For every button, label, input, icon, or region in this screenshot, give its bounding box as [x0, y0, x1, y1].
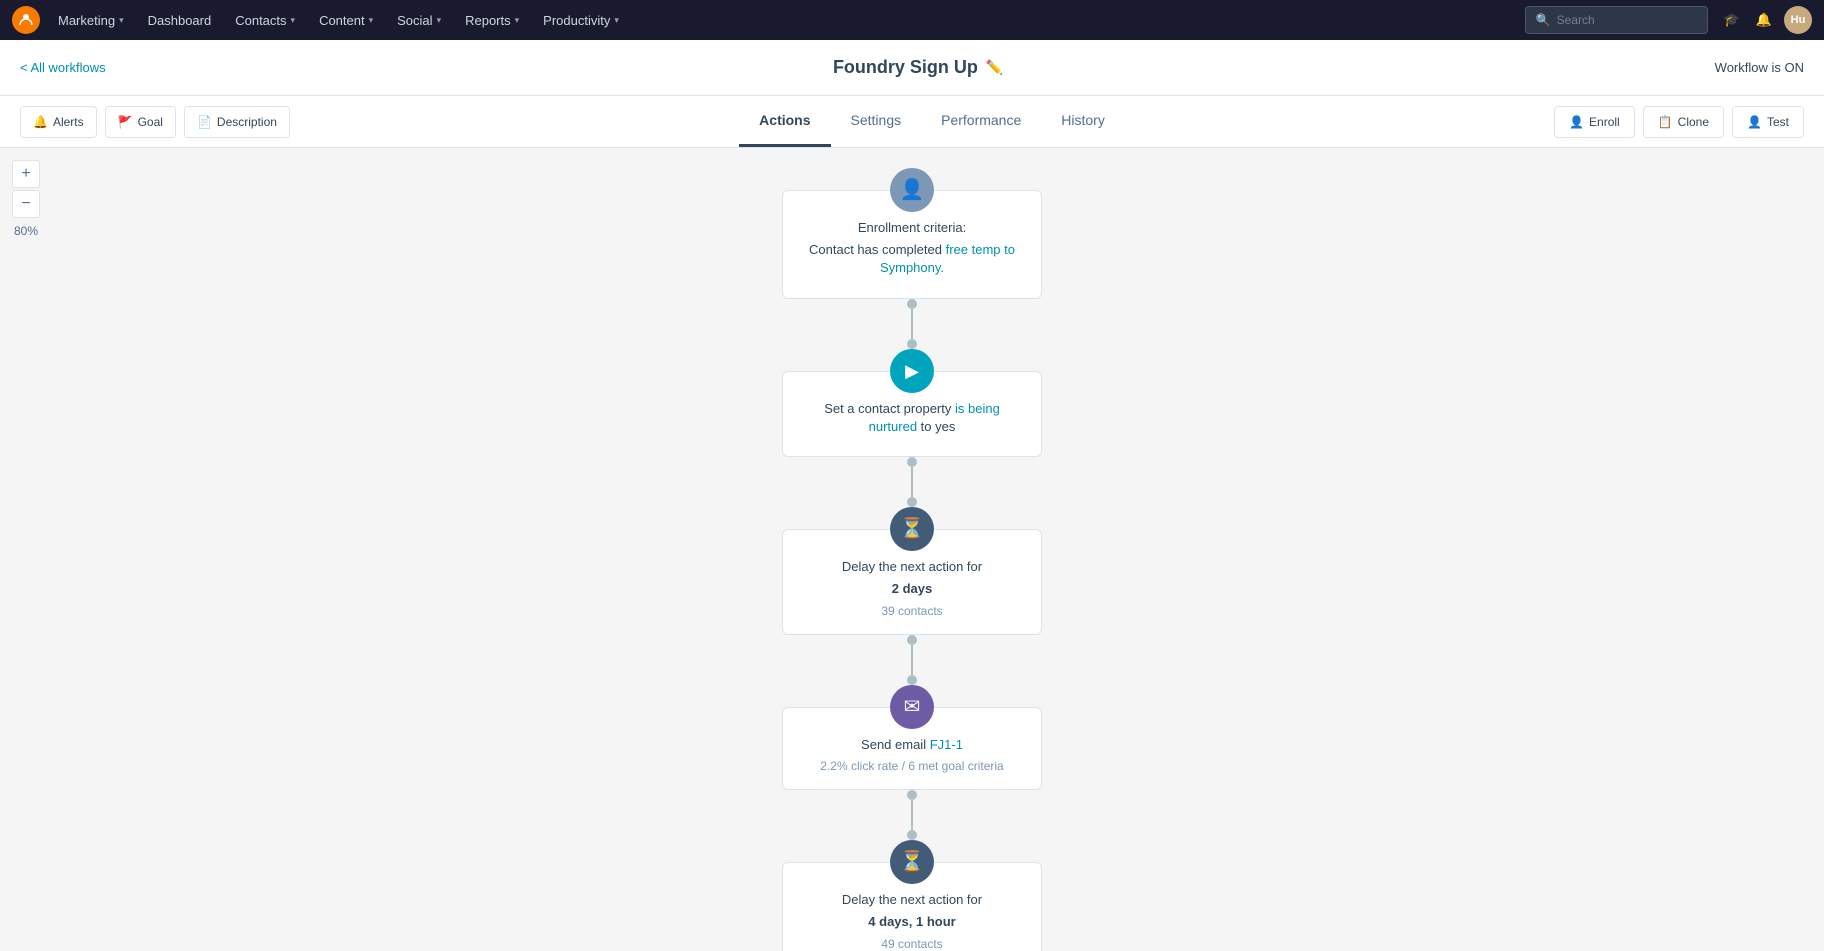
nav-productivity[interactable]: Productivity ▾: [533, 9, 629, 32]
nav-reports[interactable]: Reports ▾: [455, 9, 529, 32]
delay-1-title: Delay the next action for: [799, 558, 1025, 576]
connector-line: [911, 645, 913, 675]
connector-line: [911, 309, 913, 339]
zoom-level: 80%: [12, 224, 40, 238]
connector-line: [911, 800, 913, 830]
connector-dot: [907, 830, 917, 840]
workflow-status: Workflow is ON: [1715, 60, 1804, 75]
back-to-workflows[interactable]: < All workflows: [20, 60, 106, 75]
chevron-icon: ▾: [437, 15, 442, 26]
connector-dot: [907, 299, 917, 309]
send-email-meta: 2.2% click rate / 6 met goal criteria: [799, 759, 1025, 773]
delay-2-title: Delay the next action for: [799, 891, 1025, 909]
set-property-title: Set a contact property is being nurtured…: [799, 400, 1025, 436]
nav-contacts[interactable]: Contacts ▾: [225, 9, 305, 32]
delay-1-contacts: 39 contacts: [799, 604, 1025, 618]
tab-history[interactable]: History: [1041, 96, 1125, 147]
nav-social[interactable]: Social ▾: [387, 9, 451, 32]
search-input[interactable]: [1557, 13, 1697, 27]
mail-icon: ✉: [904, 697, 921, 717]
tab-performance[interactable]: Performance: [921, 96, 1041, 147]
chevron-icon: ▾: [369, 15, 374, 26]
description-button[interactable]: 📄 Description: [184, 106, 290, 138]
workflow-title: Foundry Sign Up: [833, 57, 978, 78]
chevron-icon: ▾: [119, 15, 124, 26]
timer-icon: ⏳: [900, 519, 925, 539]
send-email-title: Send email FJ1-1: [799, 736, 1025, 754]
nav-dashboard[interactable]: Dashboard: [138, 9, 222, 32]
chevron-icon: ▾: [291, 15, 296, 26]
workflow-canvas: + − 80% 👤 Enrollment criteria: Contact h…: [0, 148, 1824, 951]
chevron-icon: ▾: [614, 15, 619, 26]
connector-dot: [907, 635, 917, 645]
person-check-icon: 👤: [1747, 115, 1762, 129]
delay-2-contacts: 49 contacts: [799, 937, 1025, 951]
alerts-button[interactable]: 🔔 Alerts: [20, 106, 97, 138]
enroll-button[interactable]: 👤 Enroll: [1554, 106, 1635, 138]
nav-brand[interactable]: Marketing ▾: [48, 9, 134, 32]
enrollment-subtitle: Contact has completed free temp to Symph…: [799, 241, 1025, 277]
set-property-node: ▶ Set a contact property is being nurtur…: [782, 349, 1042, 457]
play-icon-circle: ▶: [890, 349, 934, 393]
edit-title-icon[interactable]: ✏️: [986, 59, 1003, 76]
tabs-bar: 🔔 Alerts 🚩 Goal 📄 Description Actions Se…: [0, 96, 1824, 148]
delay-1-detail: 2 days: [799, 580, 1025, 598]
brand-logo[interactable]: [12, 6, 40, 34]
tabs-left-buttons: 🔔 Alerts 🚩 Goal 📄 Description: [20, 96, 290, 147]
connector-dot: [907, 675, 917, 685]
clone-button[interactable]: 📋 Clone: [1643, 106, 1724, 138]
zoom-controls: + − 80%: [12, 160, 40, 238]
flag-icon: 🚩: [118, 115, 133, 129]
timer-2-icon: ⏳: [900, 852, 925, 872]
person-icon: 👤: [900, 180, 925, 200]
workflow-header: < All workflows Foundry Sign Up ✏️ Workf…: [0, 40, 1824, 96]
timer-2-icon-circle: ⏳: [890, 840, 934, 884]
enrollment-title: Enrollment criteria:: [799, 219, 1025, 237]
bell-icon: 🔔: [33, 115, 48, 129]
connector-dot: [907, 497, 917, 507]
connector-dot: [907, 790, 917, 800]
enrollment-node: 👤 Enrollment criteria: Contact has compl…: [782, 168, 1042, 299]
workflow-nodes: 👤 Enrollment criteria: Contact has compl…: [0, 148, 1824, 951]
delay-2-detail: 4 days, 1 hour: [799, 913, 1025, 931]
doc-icon: 📄: [197, 115, 212, 129]
nav-icons: 🎓 🔔 Hu: [1720, 6, 1812, 34]
test-button[interactable]: 👤 Test: [1732, 106, 1804, 138]
zoom-out-button[interactable]: −: [12, 190, 40, 218]
tabs-center: Actions Settings Performance History: [310, 96, 1554, 147]
tab-actions[interactable]: Actions: [739, 96, 830, 147]
search-bar: 🔍: [1525, 6, 1708, 34]
enrollment-icon-circle: 👤: [890, 168, 934, 212]
connector-dot: [907, 457, 917, 467]
nav-content[interactable]: Content ▾: [309, 9, 383, 32]
top-nav: Marketing ▾ Dashboard Contacts ▾ Content…: [0, 0, 1824, 40]
notifications-icon[interactable]: 🔔: [1752, 8, 1776, 32]
play-icon: ▶: [905, 362, 919, 380]
workflow-title-area: Foundry Sign Up ✏️: [122, 57, 1715, 78]
goal-button[interactable]: 🚩 Goal: [105, 106, 176, 138]
chevron-icon: ▾: [515, 15, 520, 26]
tab-settings[interactable]: Settings: [831, 96, 922, 147]
search-icon: 🔍: [1536, 13, 1551, 27]
education-icon[interactable]: 🎓: [1720, 8, 1744, 32]
connector-line: [911, 467, 913, 497]
mail-icon-circle: ✉: [890, 685, 934, 729]
connector-dot: [907, 339, 917, 349]
avatar[interactable]: Hu: [1784, 6, 1812, 34]
copy-icon: 📋: [1658, 115, 1673, 129]
zoom-in-button[interactable]: +: [12, 160, 40, 188]
person-plus-icon: 👤: [1569, 115, 1584, 129]
timer-icon-circle: ⏳: [890, 507, 934, 551]
send-email-link[interactable]: FJ1-1: [930, 737, 963, 752]
delay-1-node: ⏳ Delay the next action for 2 days 39 co…: [782, 507, 1042, 635]
send-email-node: ✉ Send email FJ1-1 2.2% click rate / 6 m…: [782, 685, 1042, 789]
delay-2-node: ⏳ Delay the next action for 4 days, 1 ho…: [782, 840, 1042, 951]
tabs-right-buttons: 👤 Enroll 📋 Clone 👤 Test: [1554, 96, 1804, 147]
